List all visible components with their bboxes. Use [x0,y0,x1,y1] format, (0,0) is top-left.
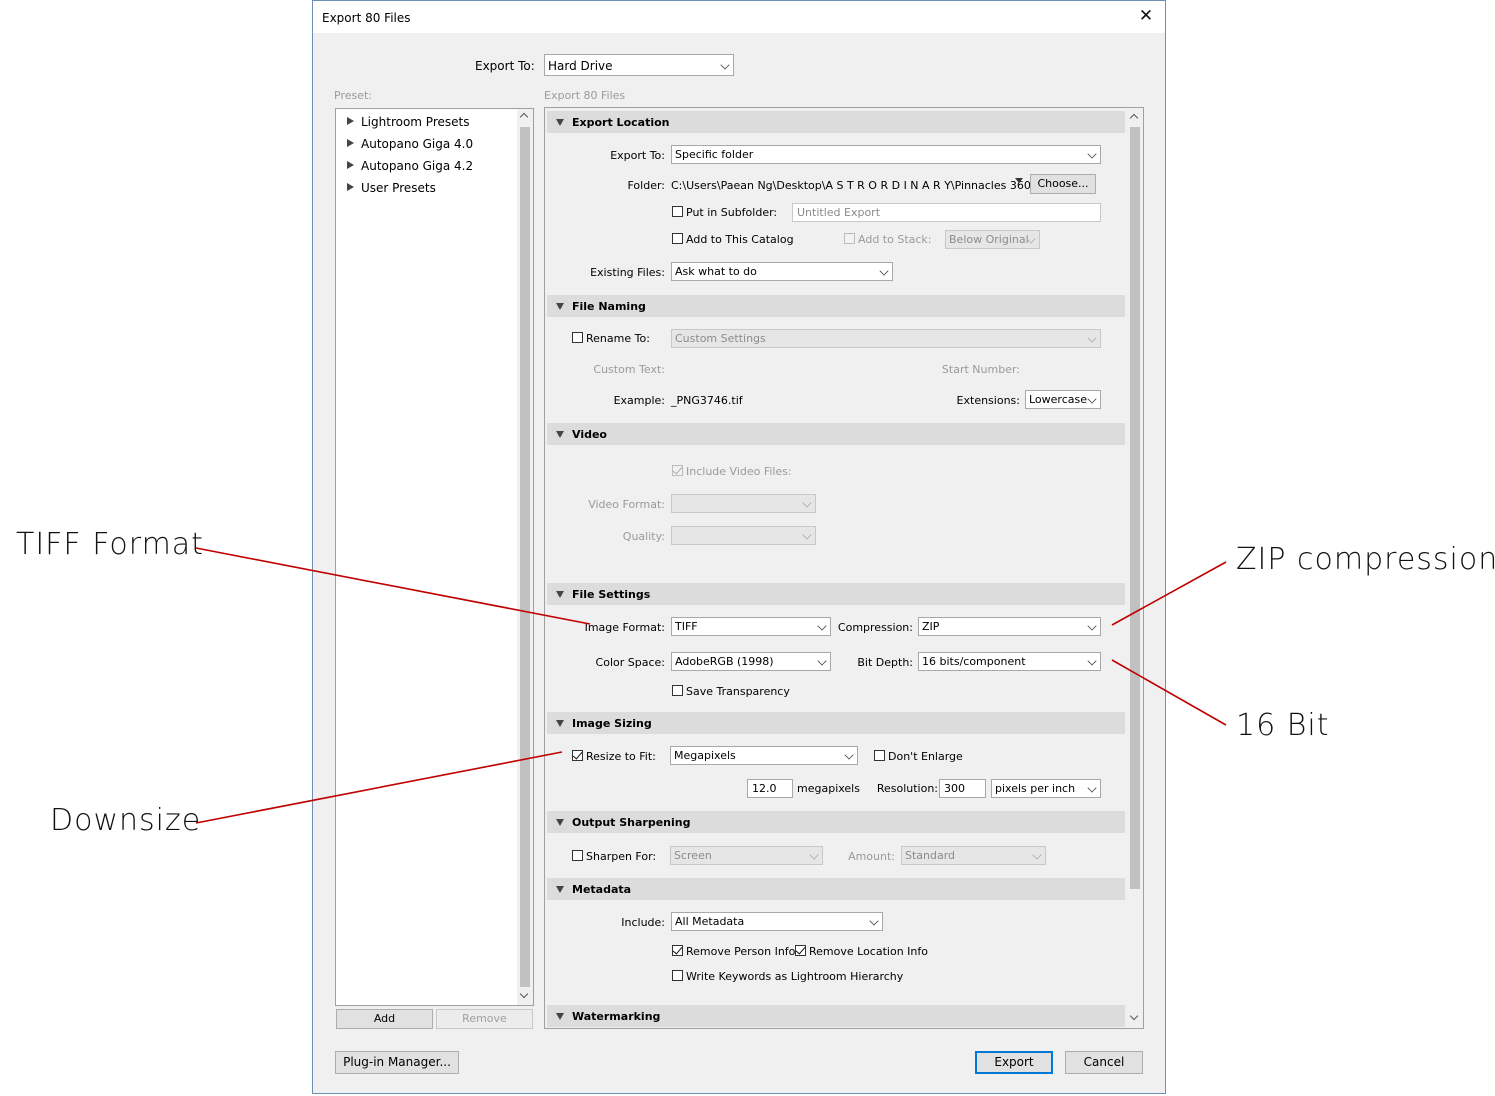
annotation-downsize: Downsize [50,803,202,838]
tiff-leader-line [195,547,591,625]
annotation-tiff-format: TIFF Format [16,527,204,562]
downsize-leader-line [195,751,563,824]
bit-leader-line [1111,659,1227,726]
zip-leader-line [1111,561,1227,626]
annotation-zip-compression: ZIP compression [1236,542,1495,577]
annotation-16-bit: 16 Bit [1236,708,1330,743]
